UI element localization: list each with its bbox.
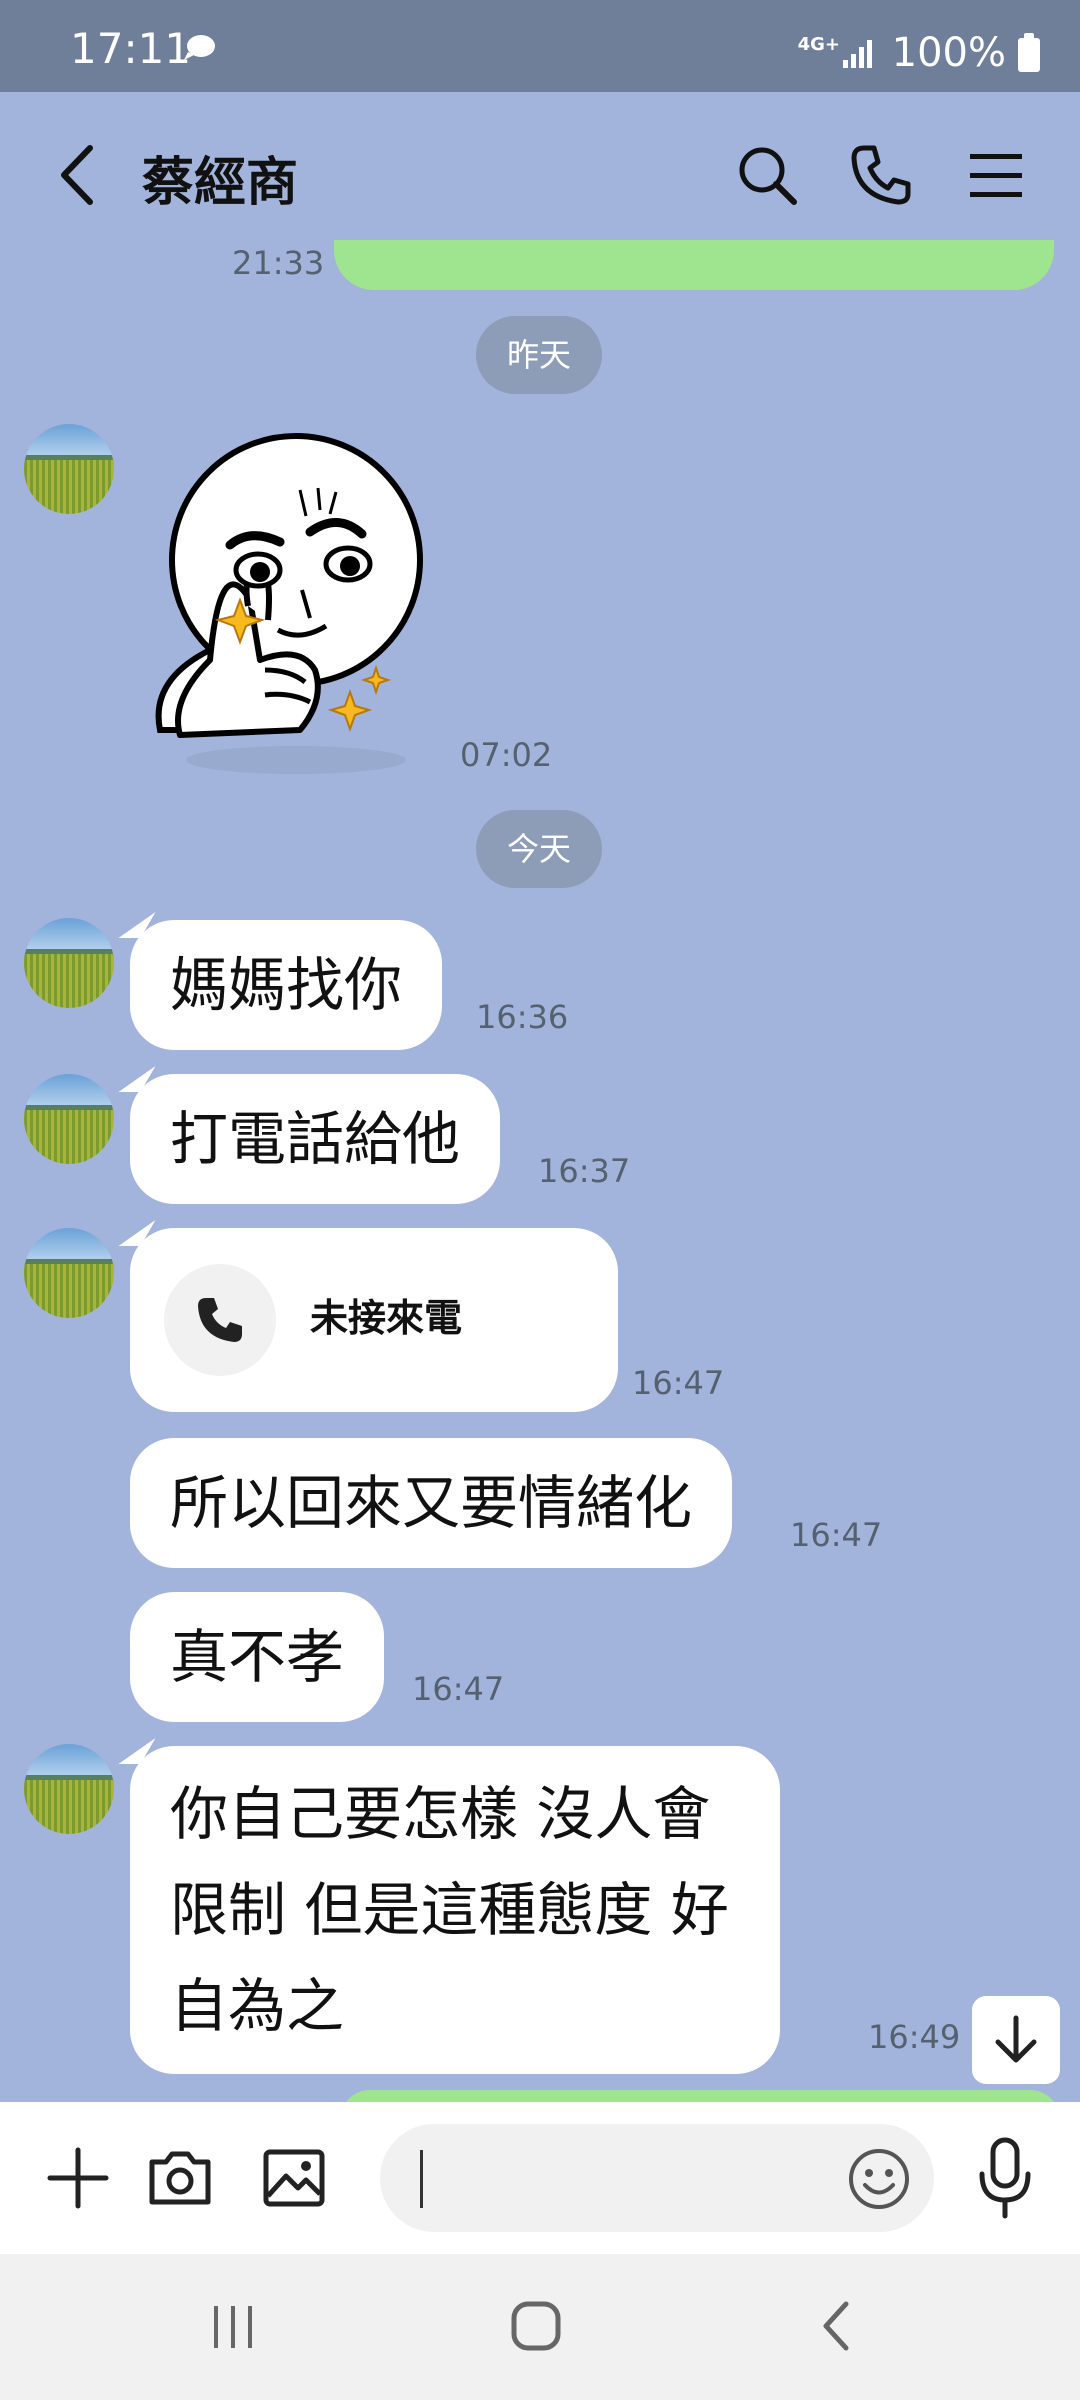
- back-arrow-icon[interactable]: [52, 140, 108, 210]
- message-text-line: 自為之: [170, 1972, 345, 2040]
- chat-notification-icon: [184, 35, 215, 60]
- received-message[interactable]: 打電話給他: [130, 1074, 501, 1204]
- search-icon[interactable]: [732, 140, 802, 210]
- sticker-thumbs-up-face[interactable]: [140, 430, 440, 780]
- message-text: 媽媽找你: [170, 951, 403, 1019]
- message-time: 16:49: [868, 2018, 961, 2056]
- message-time: 16:47: [632, 1364, 725, 1402]
- chat-title: 蔡經商: [142, 153, 299, 213]
- plus-icon[interactable]: [42, 2142, 114, 2214]
- signal-icon: [843, 40, 872, 68]
- date-separator: 昨天: [476, 316, 602, 394]
- received-message[interactable]: 所以回來又要情緒化: [130, 1438, 733, 1568]
- message-text-line: 你自己要怎樣 沒人會: [170, 1780, 711, 1848]
- text-cursor: [420, 2150, 423, 2208]
- image-icon[interactable]: [258, 2142, 330, 2214]
- back-nav-icon[interactable]: [816, 2298, 856, 2354]
- home-icon[interactable]: [508, 2298, 564, 2354]
- message-text: 所以回來又要情緒化: [170, 1469, 693, 1537]
- received-message[interactable]: 媽媽找你: [130, 920, 443, 1050]
- arrow-down-icon: [995, 2015, 1037, 2063]
- menu-icon[interactable]: [962, 140, 1032, 210]
- message-time: 21:33: [232, 244, 325, 282]
- emoji-icon[interactable]: [846, 2146, 912, 2212]
- network-type: 4G+: [797, 34, 840, 55]
- received-message[interactable]: 你自己要怎樣 沒人會 限制 但是這種態度 好 自為之: [130, 1746, 780, 2074]
- message-time: 16:37: [538, 1152, 631, 1190]
- message-time: 16:36: [476, 998, 569, 1036]
- microphone-icon[interactable]: [970, 2134, 1040, 2224]
- missed-call-message[interactable]: 未接來電: [130, 1228, 618, 1412]
- camera-icon[interactable]: [144, 2142, 216, 2214]
- phone-icon[interactable]: [846, 140, 916, 210]
- recent-apps-icon[interactable]: [206, 2300, 260, 2354]
- message-text: 打電話給他: [170, 1105, 461, 1173]
- message-time: 16:47: [412, 1670, 505, 1708]
- received-message[interactable]: 真不孝: [130, 1592, 385, 1722]
- scroll-to-bottom-button[interactable]: [972, 1996, 1060, 2084]
- phone-icon: [198, 1298, 242, 1342]
- status-time: 17:11: [70, 24, 192, 73]
- avatar[interactable]: [24, 424, 114, 514]
- date-separator: 今天: [476, 810, 602, 888]
- message-text-line: 限制 但是這種態度 好: [170, 1876, 729, 1944]
- avatar[interactable]: [24, 1228, 114, 1318]
- call-icon-circle: [164, 1264, 276, 1376]
- avatar[interactable]: [24, 1744, 114, 1834]
- missed-call-label: 未接來電: [310, 1296, 463, 1340]
- avatar[interactable]: [24, 918, 114, 1008]
- message-time: 07:02: [460, 736, 553, 774]
- battery-percent: 100%: [891, 30, 1006, 76]
- my-message-bubble[interactable]: [334, 240, 1054, 290]
- avatar[interactable]: [24, 1074, 114, 1164]
- message-time: 16:47: [790, 1516, 883, 1554]
- battery-icon: [1018, 33, 1040, 72]
- message-text: 真不孝: [170, 1623, 345, 1691]
